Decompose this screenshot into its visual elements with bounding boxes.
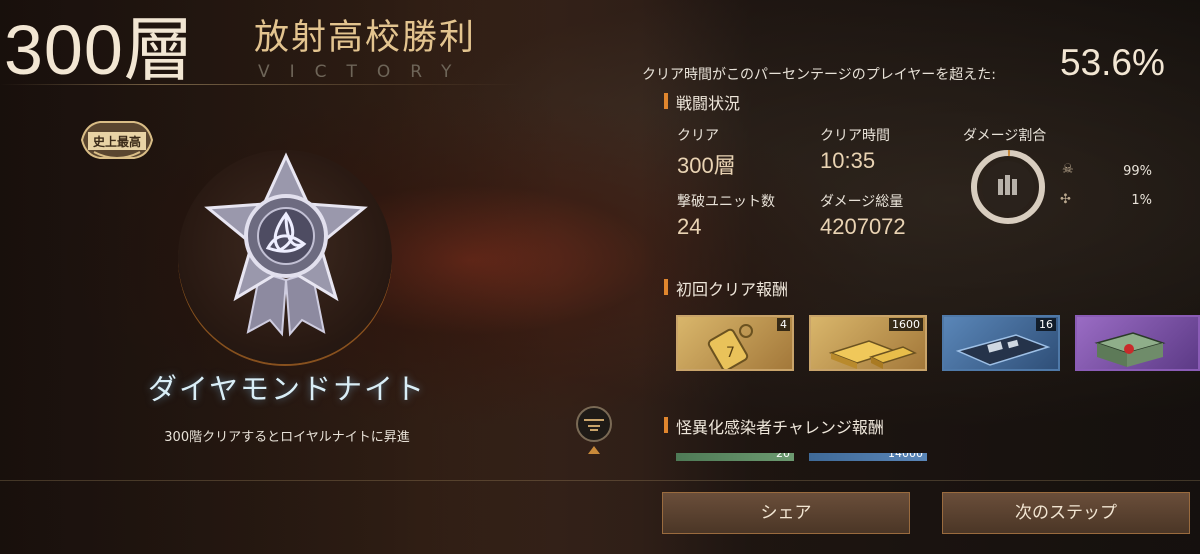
rank-name: ダイヤモンドナイト	[147, 372, 427, 406]
supply-crate-icon	[1094, 332, 1166, 367]
next-step-button[interactable]: 次のステップ	[942, 492, 1190, 534]
bottom-divider	[0, 480, 1200, 481]
reward-circuit-board[interactable]: 16	[942, 315, 1060, 371]
record-label: 史上最高	[93, 134, 141, 149]
reward-gold-bars[interactable]: 1600	[809, 315, 927, 371]
diamond-knight-medal-icon	[198, 152, 374, 342]
battle-status-heading: 戦闘状況	[664, 90, 740, 114]
damage-share-label: ダメージ割合	[963, 128, 1047, 144]
rank-description: 300階クリアするとロイヤルナイトに昇進	[164, 430, 410, 445]
share-button[interactable]: シェア	[662, 492, 910, 534]
percent-label: クリア時間がこのパーセンテージのプレイヤーを超えた:	[642, 67, 997, 83]
units-destroyed-label: 撃破ユニット数	[677, 194, 775, 210]
floor-count: 300層	[4, 11, 195, 89]
clear-time-value: 10:35	[820, 148, 876, 173]
total-damage-label: ダメージ総量	[820, 194, 904, 210]
skull-icon: ☠	[1062, 162, 1074, 177]
damage-share-2: 1%	[1131, 193, 1152, 208]
reward-count: 4	[777, 318, 790, 331]
challenge-reward-heading: 怪異化感染者チャレンジ報酬	[664, 414, 884, 438]
title-divider	[0, 84, 520, 85]
challenge-reward-1[interactable]: 20	[676, 453, 794, 461]
reward-count: 16	[1036, 318, 1056, 331]
total-damage-value: 4207072	[820, 214, 906, 239]
reward-count: 20	[776, 453, 790, 460]
laurel-badge-icon: 史上最高	[80, 121, 154, 159]
reward-count: 14000	[888, 453, 923, 460]
clear-time-label: クリア時間	[820, 128, 890, 144]
damage-ring-chart	[968, 147, 1048, 227]
reward-supply-crate[interactable]	[1075, 315, 1200, 371]
clear-label: クリア	[677, 128, 719, 144]
reward-keychain[interactable]: 7 4	[676, 315, 794, 371]
percent-value: 53.6%	[1060, 42, 1165, 83]
damage-share-1: 99%	[1123, 164, 1152, 179]
units-destroyed-value: 24	[677, 214, 702, 239]
challenge-reward-2[interactable]: 14000	[809, 453, 927, 461]
first-clear-heading: 初回クリア報酬	[664, 276, 788, 300]
svg-text:7: 7	[726, 345, 735, 361]
victory-subtitle: VICTORY	[258, 62, 472, 82]
drone-icon: ✣	[1060, 192, 1071, 207]
side-drone-icon[interactable]	[572, 404, 616, 456]
clear-value: 300層	[677, 153, 736, 178]
victory-title: 放射高校勝利	[254, 18, 477, 58]
record-high-badge: 史上最高	[76, 116, 158, 164]
reward-count: 1600	[889, 318, 923, 331]
